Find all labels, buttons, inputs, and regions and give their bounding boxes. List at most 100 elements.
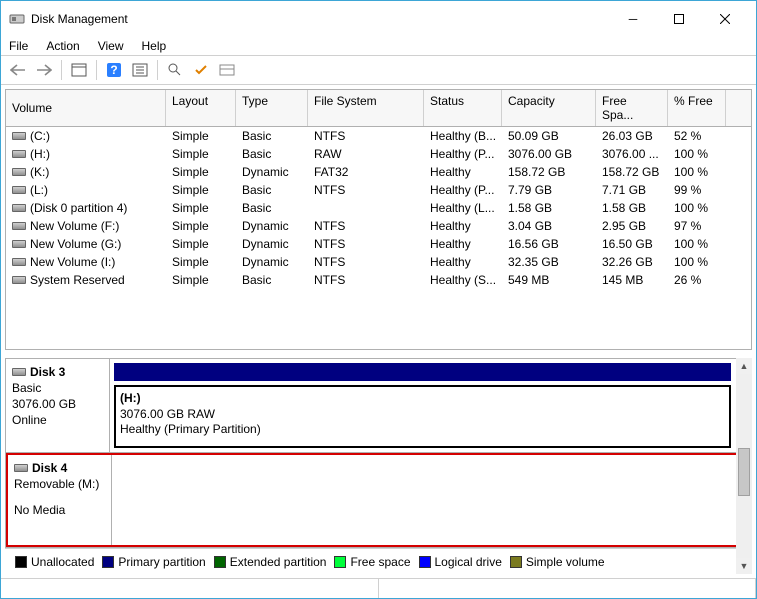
volume-pct-free: 52 % xyxy=(668,128,726,144)
table-row[interactable]: (L:)SimpleBasicNTFSHealthy (P...7.79 GB7… xyxy=(6,181,751,199)
volume-capacity: 3.04 GB xyxy=(502,218,596,234)
minimize-button[interactable] xyxy=(610,7,656,31)
volume-layout: Simple xyxy=(166,272,236,288)
swatch-extended xyxy=(214,556,226,568)
legend-extended: Extended partition xyxy=(230,555,327,569)
table-row[interactable]: (C:)SimpleBasicNTFSHealthy (B...50.09 GB… xyxy=(6,127,751,145)
disk3-part-vol: (H:) xyxy=(120,391,725,407)
help-button[interactable]: ? xyxy=(103,59,125,81)
window-title: Disk Management xyxy=(31,12,610,26)
volume-type: Dynamic xyxy=(236,164,308,180)
find-button[interactable] xyxy=(164,59,186,81)
volume-fs: NTFS xyxy=(308,218,424,234)
check-button[interactable] xyxy=(190,59,212,81)
table-row[interactable]: (H:)SimpleBasicRAWHealthy (P...3076.00 G… xyxy=(6,145,751,163)
disk3-capacity-bar xyxy=(114,363,731,381)
volume-capacity: 32.35 GB xyxy=(502,254,596,270)
titlebar: Disk Management xyxy=(1,1,756,37)
volume-capacity: 3076.00 GB xyxy=(502,146,596,162)
volume-capacity: 1.58 GB xyxy=(502,200,596,216)
disk-row-disk4[interactable]: Disk 4 Removable (M:) No Media xyxy=(6,453,751,547)
volume-fs: FAT32 xyxy=(308,164,424,180)
volume-status: Healthy (S... xyxy=(424,272,502,288)
list-button[interactable] xyxy=(216,59,238,81)
legend-unallocated: Unallocated xyxy=(31,555,94,569)
disk4-state: No Media xyxy=(14,503,105,517)
scroll-down-button[interactable]: ▼ xyxy=(736,558,752,574)
volume-icon xyxy=(12,168,26,176)
table-row[interactable]: New Volume (I:)SimpleDynamicNTFSHealthy3… xyxy=(6,253,751,271)
volume-free: 32.26 GB xyxy=(596,254,668,270)
volume-icon xyxy=(12,132,26,140)
volume-icon xyxy=(12,222,26,230)
volume-status: Healthy (B... xyxy=(424,128,502,144)
volume-name: New Volume (F:) xyxy=(30,219,119,233)
swatch-simple xyxy=(510,556,522,568)
volume-type: Basic xyxy=(236,128,308,144)
volume-status: Healthy xyxy=(424,164,502,180)
volume-fs: NTFS xyxy=(308,236,424,252)
volume-type: Basic xyxy=(236,182,308,198)
th-capacity[interactable]: Capacity xyxy=(502,90,596,126)
vertical-scrollbar[interactable]: ▲ ▼ xyxy=(736,358,752,574)
menu-help[interactable]: Help xyxy=(142,39,167,53)
menu-view[interactable]: View xyxy=(98,39,124,53)
volume-pct-free: 100 % xyxy=(668,200,726,216)
volume-free: 3076.00 ... xyxy=(596,146,668,162)
th-free[interactable]: Free Spa... xyxy=(596,90,668,126)
disk3-partition[interactable]: (H:) 3076.00 GB RAW Healthy (Primary Par… xyxy=(114,385,731,448)
forward-button[interactable] xyxy=(33,59,55,81)
close-button[interactable] xyxy=(702,7,748,31)
volume-free: 1.58 GB xyxy=(596,200,668,216)
legend-free: Free space xyxy=(350,555,410,569)
disk3-part-line: 3076.00 GB RAW xyxy=(120,407,725,423)
volume-pct-free: 100 % xyxy=(668,164,726,180)
th-pct-free[interactable]: % Free xyxy=(668,90,726,126)
volume-capacity: 16.56 GB xyxy=(502,236,596,252)
volume-pct-free: 97 % xyxy=(668,218,726,234)
table-header: Volume Layout Type File System Status Ca… xyxy=(6,90,751,127)
volume-icon xyxy=(12,258,26,266)
volume-icon xyxy=(12,150,26,158)
table-row[interactable]: New Volume (G:)SimpleDynamicNTFSHealthy1… xyxy=(6,235,751,253)
volume-type: Dynamic xyxy=(236,236,308,252)
volume-pct-free: 26 % xyxy=(668,272,726,288)
disk-icon xyxy=(12,368,26,376)
volume-status: Healthy xyxy=(424,218,502,234)
th-status[interactable]: Status xyxy=(424,90,502,126)
th-volume[interactable]: Volume xyxy=(6,90,166,126)
back-button[interactable] xyxy=(7,59,29,81)
scroll-thumb[interactable] xyxy=(736,374,752,558)
volume-name: New Volume (G:) xyxy=(30,237,121,251)
maximize-button[interactable] xyxy=(656,7,702,31)
volume-type: Basic xyxy=(236,200,308,216)
volume-pct-free: 100 % xyxy=(668,254,726,270)
volume-name: (Disk 0 partition 4) xyxy=(30,201,127,215)
volume-name: New Volume (I:) xyxy=(30,255,115,269)
table-row[interactable]: (Disk 0 partition 4)SimpleBasicHealthy (… xyxy=(6,199,751,217)
volume-capacity: 158.72 GB xyxy=(502,164,596,180)
volume-layout: Simple xyxy=(166,218,236,234)
table-row[interactable]: New Volume (F:)SimpleDynamicNTFSHealthy3… xyxy=(6,217,751,235)
volume-layout: Simple xyxy=(166,254,236,270)
menu-action[interactable]: Action xyxy=(46,39,79,53)
volume-pct-free: 100 % xyxy=(668,236,726,252)
swatch-primary xyxy=(102,556,114,568)
refresh-button[interactable] xyxy=(129,59,151,81)
legend-primary: Primary partition xyxy=(118,555,205,569)
swatch-unallocated xyxy=(15,556,27,568)
th-layout[interactable]: Layout xyxy=(166,90,236,126)
scroll-up-button[interactable]: ▲ xyxy=(736,358,752,374)
th-type[interactable]: Type xyxy=(236,90,308,126)
volume-name: (C:) xyxy=(30,129,50,143)
table-row[interactable]: (K:)SimpleDynamicFAT32Healthy158.72 GB15… xyxy=(6,163,751,181)
disk-row-disk3[interactable]: Disk 3 Basic 3076.00 GB Online (H:) 3076… xyxy=(6,359,751,453)
menu-file[interactable]: File xyxy=(9,39,28,53)
volume-layout: Simple xyxy=(166,164,236,180)
table-body: (C:)SimpleBasicNTFSHealthy (B...50.09 GB… xyxy=(6,127,751,289)
volume-status: Healthy xyxy=(424,254,502,270)
table-row[interactable]: System ReservedSimpleBasicNTFSHealthy (S… xyxy=(6,271,751,289)
properties-button[interactable] xyxy=(68,59,90,81)
volume-icon xyxy=(12,204,26,212)
th-filesystem[interactable]: File System xyxy=(308,90,424,126)
